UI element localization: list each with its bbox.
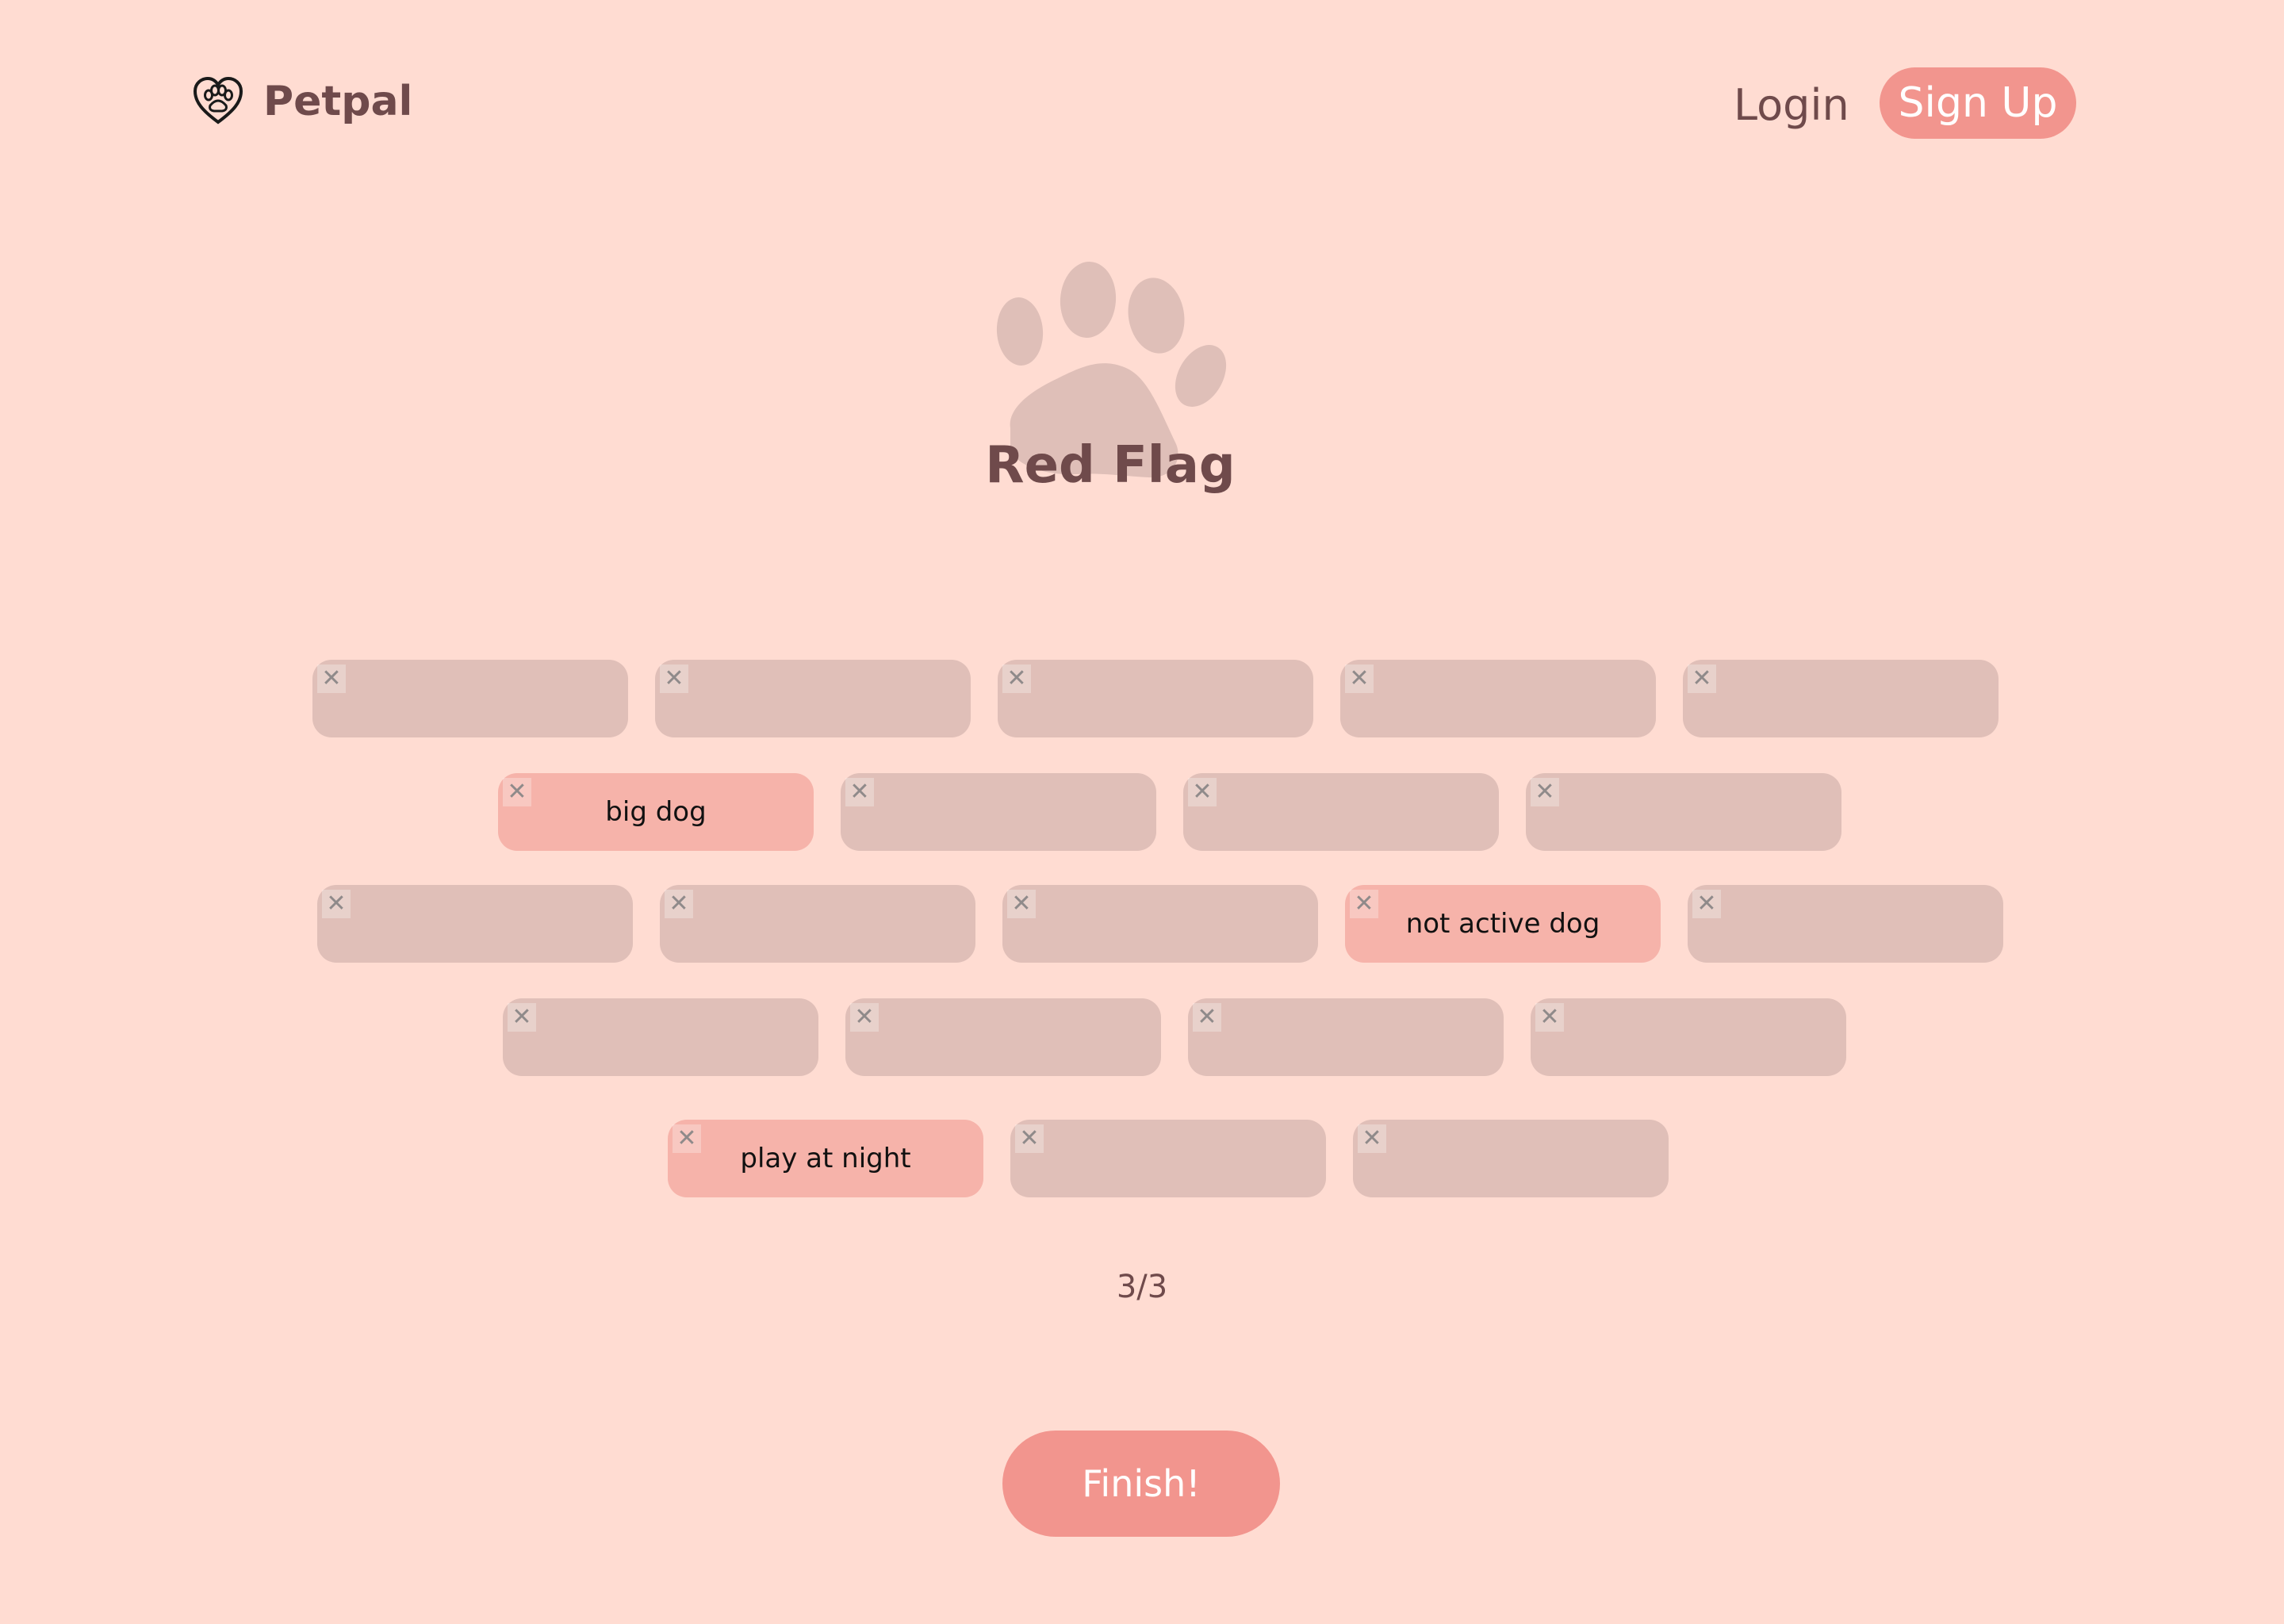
close-icon[interactable]: ✕ [503, 778, 531, 806]
close-icon[interactable]: ✕ [660, 665, 688, 693]
close-icon[interactable]: ✕ [1688, 665, 1716, 693]
close-icon[interactable]: ✕ [317, 665, 346, 693]
close-icon[interactable]: ✕ [1345, 665, 1374, 693]
tag-label: big dog [605, 796, 707, 828]
tag-chip[interactable]: ✕ not active dog [1345, 885, 1661, 963]
close-icon[interactable]: ✕ [665, 890, 693, 918]
close-icon[interactable]: ✕ [1188, 778, 1217, 806]
close-icon[interactable]: ✕ [1358, 1124, 1386, 1153]
close-icon[interactable]: ✕ [1535, 1003, 1564, 1032]
close-icon[interactable]: ✕ [508, 1003, 536, 1032]
tag-chip[interactable]: ✕ [1353, 1120, 1669, 1197]
close-icon[interactable]: ✕ [1531, 778, 1559, 806]
tag-chip[interactable]: ✕ [1526, 773, 1841, 851]
close-icon[interactable]: ✕ [1007, 890, 1036, 918]
finish-button[interactable]: Finish! [1002, 1431, 1280, 1537]
progress-counter: 3/3 [1116, 1269, 1168, 1305]
tag-chip[interactable]: ✕ [1683, 660, 1998, 737]
tag-label: not active dog [1405, 908, 1600, 940]
tag-chip[interactable]: ✕ [655, 660, 971, 737]
tag-chip[interactable]: ✕ [317, 885, 633, 963]
tag-chip[interactable]: ✕ [998, 660, 1313, 737]
close-icon[interactable]: ✕ [1692, 890, 1721, 918]
close-icon[interactable]: ✕ [1002, 665, 1031, 693]
tag-chip[interactable]: ✕ big dog [498, 773, 814, 851]
close-icon[interactable]: ✕ [1015, 1124, 1044, 1153]
tag-chip[interactable]: ✕ [845, 998, 1161, 1076]
tag-chip[interactable]: ✕ [1531, 998, 1846, 1076]
tag-chip[interactable]: ✕ [1688, 885, 2003, 963]
tag-chip[interactable]: ✕ [1340, 660, 1656, 737]
close-icon[interactable]: ✕ [673, 1124, 701, 1153]
tag-chip[interactable]: ✕ [1183, 773, 1499, 851]
tag-label: play at night [740, 1143, 911, 1174]
close-icon[interactable]: ✕ [1193, 1003, 1221, 1032]
tag-chip[interactable]: ✕ [1188, 998, 1504, 1076]
close-icon[interactable]: ✕ [845, 778, 874, 806]
tag-chip[interactable]: ✕ [1002, 885, 1318, 963]
tag-grid: ✕ ✕ ✕ ✕ ✕ ✕ big dog ✕ ✕ ✕ ✕ ✕ ✕ ✕ not active dog ✕ ✕ ✕ ✕ ✕ ✕… [0, 0, 2284, 1624]
close-icon[interactable]: ✕ [322, 890, 351, 918]
tag-chip[interactable]: ✕ [1010, 1120, 1326, 1197]
tag-chip[interactable]: ✕ [841, 773, 1156, 851]
tag-chip[interactable]: ✕ [312, 660, 628, 737]
close-icon[interactable]: ✕ [1350, 890, 1378, 918]
close-icon[interactable]: ✕ [850, 1003, 879, 1032]
tag-chip[interactable]: ✕ [503, 998, 818, 1076]
tag-chip[interactable]: ✕ [660, 885, 975, 963]
tag-chip[interactable]: ✕ play at night [668, 1120, 983, 1197]
